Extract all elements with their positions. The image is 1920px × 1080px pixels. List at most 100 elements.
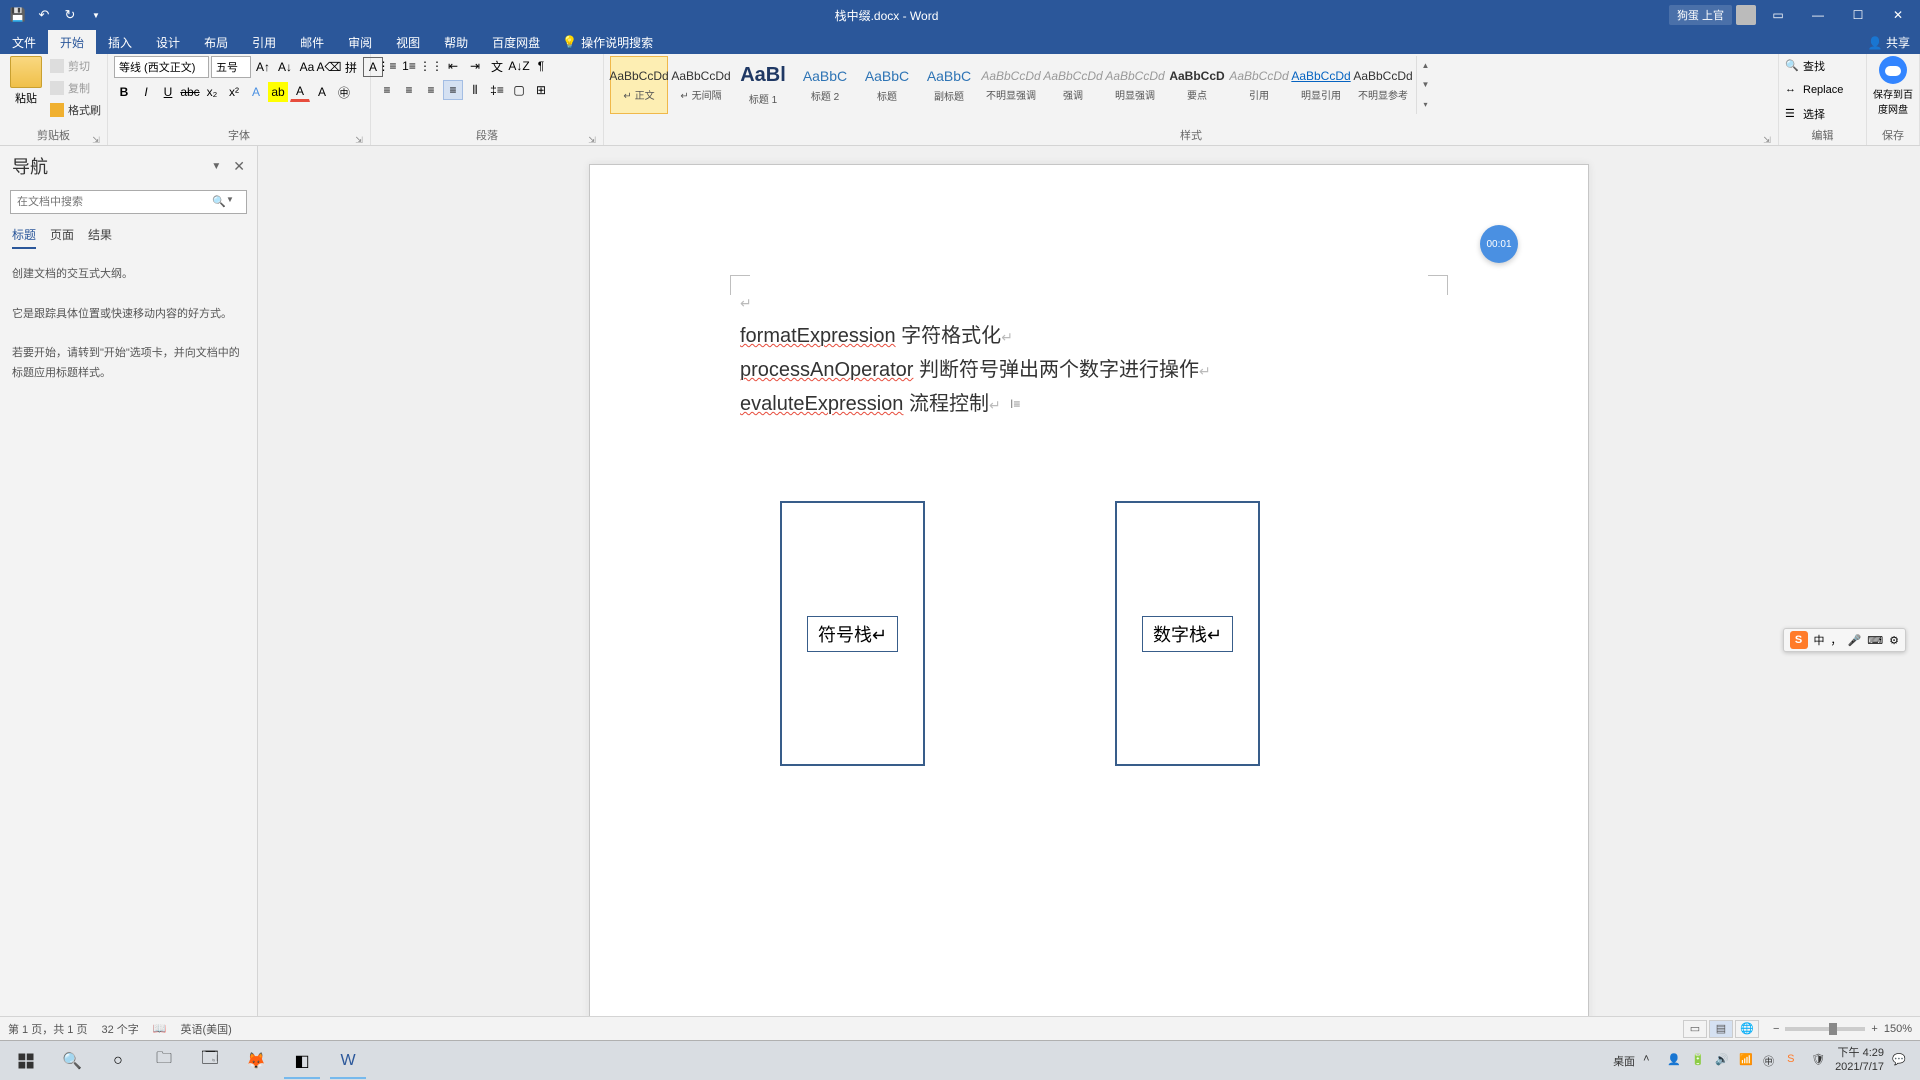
multilevel-icon[interactable]: ⋮⋮ xyxy=(421,56,441,76)
tab-home[interactable]: 开始 xyxy=(48,30,96,54)
spellcheck-icon[interactable]: 📖 xyxy=(153,1022,167,1035)
zoom-out-icon[interactable]: − xyxy=(1773,1023,1779,1035)
volume-icon[interactable]: 🔊 xyxy=(1715,1053,1731,1069)
ime-toolbar[interactable]: S 中 ， 🎤 ⌨ ⚙ xyxy=(1783,628,1906,652)
paste-button[interactable]: 粘贴 xyxy=(6,56,46,106)
increase-indent-icon[interactable]: ⇥ xyxy=(465,56,485,76)
tell-me-search[interactable]: 💡 操作说明搜索 xyxy=(552,34,663,51)
print-layout-icon[interactable]: ▤ xyxy=(1709,1020,1733,1038)
subscript-icon[interactable]: x₂ xyxy=(202,82,222,102)
maximize-icon[interactable]: ☐ xyxy=(1840,3,1876,27)
font-launcher-icon[interactable]: ⇲ xyxy=(354,133,364,143)
tray-up-icon[interactable]: ˄ xyxy=(1643,1053,1659,1069)
style-item[interactable]: AaBbCcDd↵ 无间隔 xyxy=(672,56,730,114)
navtab-headings[interactable]: 标题 xyxy=(12,226,36,249)
borders-icon[interactable]: ⊞ xyxy=(531,80,551,100)
tab-file[interactable]: 文件 xyxy=(0,30,48,54)
distribute-icon[interactable]: ⫴ xyxy=(465,80,485,100)
style-item[interactable]: AaBbCcDd引用 xyxy=(1230,56,1288,114)
zoom-in-icon[interactable]: + xyxy=(1871,1023,1877,1035)
document-content[interactable]: ↵ formatExpression 字符格式化↵ processAnOpera… xyxy=(740,285,1438,421)
italic-icon[interactable]: I xyxy=(136,82,156,102)
wifi-icon[interactable]: 📶 xyxy=(1739,1053,1755,1069)
cut-button[interactable]: 剪切 xyxy=(50,56,101,76)
bold-icon[interactable]: B xyxy=(114,82,134,102)
style-item[interactable]: AaBbCcDd↵ 正文 xyxy=(610,56,668,114)
style-item[interactable]: AaBbC副标题 xyxy=(920,56,978,114)
ime-mic-icon[interactable]: 🎤 xyxy=(1848,634,1862,647)
number-stack-shape[interactable]: 数字栈↵ xyxy=(1115,501,1260,766)
style-item[interactable]: AaBbCcD要点 xyxy=(1168,56,1226,114)
text-effects-icon[interactable]: A xyxy=(246,82,266,102)
clipboard-launcher-icon[interactable]: ⇲ xyxy=(91,133,101,143)
web-layout-icon[interactable]: 🌐 xyxy=(1735,1020,1759,1038)
navpane-search[interactable]: 🔍 ▼ xyxy=(10,190,247,214)
battery-icon[interactable]: 🔋 xyxy=(1691,1053,1707,1069)
styles-down-icon[interactable]: ▼ xyxy=(1422,80,1430,89)
clock[interactable]: 下午 4:29 2021/7/17 xyxy=(1835,1047,1884,1073)
tab-view[interactable]: 视图 xyxy=(384,30,432,54)
zoom-slider[interactable] xyxy=(1785,1027,1865,1031)
tab-review[interactable]: 审阅 xyxy=(336,30,384,54)
styles-expand-icon[interactable]: ▾ xyxy=(1423,100,1427,109)
shading-icon[interactable]: ▢ xyxy=(509,80,529,100)
explorer-icon[interactable]: 🗀 xyxy=(142,1043,186,1079)
style-item[interactable]: AaBbCcDd明显引用 xyxy=(1292,56,1350,114)
document-area[interactable]: 00:01 ↵ formatExpression 字符格式化↵ processA… xyxy=(258,146,1920,1016)
notifications-icon[interactable]: 💬 xyxy=(1892,1053,1908,1069)
clear-format-icon[interactable]: A⌫ xyxy=(319,57,339,77)
tab-design[interactable]: 设计 xyxy=(144,30,192,54)
share-button[interactable]: 👤 共享 xyxy=(1858,34,1920,51)
symbol-stack-shape[interactable]: 符号栈↵ xyxy=(780,501,925,766)
phonetic-icon[interactable]: 拼 xyxy=(341,57,361,77)
highlight-icon[interactable]: ab xyxy=(268,82,288,102)
search-dropdown-icon[interactable]: ▼ xyxy=(226,195,240,209)
desktop-label[interactable]: 桌面 xyxy=(1613,1053,1635,1069)
tab-layout[interactable]: 布局 xyxy=(192,30,240,54)
strike-icon[interactable]: abc xyxy=(180,82,200,102)
ime-punct-icon[interactable]: ， xyxy=(1831,632,1842,648)
save-to-baidu-button[interactable]: 保存到百度网盘 xyxy=(1873,56,1913,116)
navtab-pages[interactable]: 页面 xyxy=(50,226,74,249)
zoom-level[interactable]: 150% xyxy=(1884,1023,1912,1035)
font-color-icon[interactable]: A xyxy=(290,82,310,102)
word-taskbar-icon[interactable]: W xyxy=(326,1043,370,1079)
grow-font-icon[interactable]: A↑ xyxy=(253,57,273,77)
align-left-icon[interactable]: ≡ xyxy=(377,80,397,100)
decrease-indent-icon[interactable]: ⇤ xyxy=(443,56,463,76)
search-icon[interactable]: 🔍 xyxy=(212,195,226,209)
tab-mailings[interactable]: 邮件 xyxy=(288,30,336,54)
start-button[interactable] xyxy=(4,1043,48,1079)
sort-icon[interactable]: A↓Z xyxy=(509,56,529,76)
shrink-font-icon[interactable]: A↓ xyxy=(275,57,295,77)
styles-up-icon[interactable]: ▲ xyxy=(1422,61,1430,70)
security-icon[interactable]: 🛡 xyxy=(1811,1053,1827,1069)
style-item[interactable]: AaBbCcDd明显强调 xyxy=(1106,56,1164,114)
user-label[interactable]: 狗蛋 上官 xyxy=(1669,5,1732,25)
navtab-results[interactable]: 结果 xyxy=(88,226,112,249)
change-case-icon[interactable]: Aa xyxy=(297,57,317,77)
ime-tray-icon[interactable]: ㊥ xyxy=(1763,1053,1779,1069)
show-marks-icon[interactable]: ¶ xyxy=(531,56,551,76)
align-right-icon[interactable]: ≡ xyxy=(421,80,441,100)
numbering-icon[interactable]: 1≡ xyxy=(399,56,419,76)
search-taskbar-icon[interactable]: 🔍 xyxy=(50,1043,94,1079)
font-size-combo[interactable]: 五号 xyxy=(211,56,251,78)
styles-launcher-icon[interactable]: ⇲ xyxy=(1762,133,1772,143)
language-status[interactable]: 英语(美国) xyxy=(180,1021,231,1037)
format-painter-button[interactable]: 格式刷 xyxy=(50,100,101,120)
read-mode-icon[interactable]: ▭ xyxy=(1683,1020,1707,1038)
sogou-tray-icon[interactable]: S xyxy=(1787,1053,1803,1069)
replace-button[interactable]: ↔Replace xyxy=(1785,80,1843,100)
cortana-icon[interactable]: ○ xyxy=(96,1043,140,1079)
undo-icon[interactable]: ↶ xyxy=(36,7,52,23)
copy-button[interactable]: 复制 xyxy=(50,78,101,98)
superscript-icon[interactable]: x² xyxy=(224,82,244,102)
navpane-dropdown-icon[interactable]: ▼ xyxy=(211,161,221,172)
firefox-icon[interactable]: 🦊 xyxy=(234,1043,278,1079)
enclose-char-icon[interactable]: ㊥ xyxy=(334,82,354,102)
close-icon[interactable]: ✕ xyxy=(1880,3,1916,27)
word-count[interactable]: 32 个字 xyxy=(101,1021,138,1037)
people-icon[interactable]: 👤 xyxy=(1667,1053,1683,1069)
app-icon[interactable]: 🗔 xyxy=(188,1043,232,1079)
